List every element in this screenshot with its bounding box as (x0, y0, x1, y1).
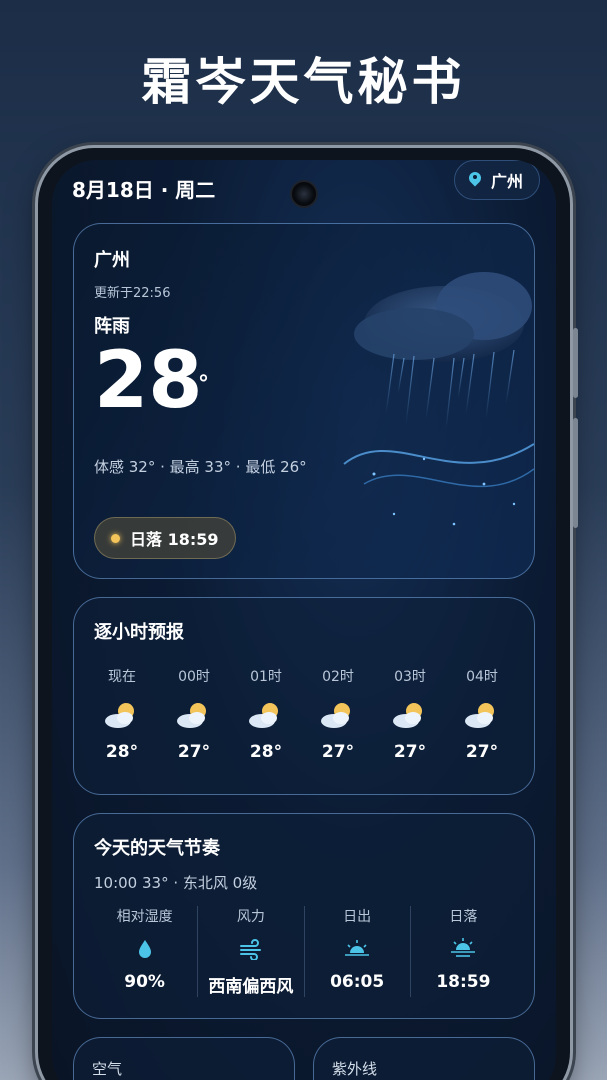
sun-dot-icon (111, 533, 120, 543)
temperature-details: 体感 32° · 最高 33° · 最低 26° (94, 458, 307, 476)
stat-value: 90% (124, 972, 165, 992)
current-condition: 阵雨 (94, 316, 130, 337)
updated-time: 更新于22:56 (94, 286, 171, 301)
phone-frame: 8月18日 · 周二 广州 广州 更新于22:56 阵雨 28 ° 体感 32°… (38, 148, 578, 1080)
status-date: 8月18日 · 周二 (72, 178, 216, 202)
sunset-chip[interactable]: 日落 18:59 (94, 517, 236, 559)
sunset-stat: 日落 18:59 (409, 906, 516, 997)
stat-value: 西南偏西风 (208, 977, 294, 997)
sunrise-stat: 日出 06:05 (303, 906, 410, 997)
sunset-chip-label: 日落 18:59 (130, 530, 219, 549)
hour-label: 02时 (322, 669, 354, 685)
today-rhythm-card[interactable]: 今天的天气节奏 10:00 33° · 东北风 0级 相对湿度 90% 风力 西… (73, 813, 535, 1019)
hourly-forecast-card[interactable]: 逐小时预报 现在 28° 00时 27° 01时 28° 02时 27° 03时… (73, 597, 535, 795)
partly-cloudy-icon (393, 703, 422, 728)
hourly-item[interactable]: 01时 28° (236, 666, 296, 762)
droplet-icon (138, 940, 151, 958)
uv-title: 紫外线 (332, 1060, 378, 1078)
air-title: 空气 (92, 1060, 123, 1078)
partly-cloudy-icon (249, 703, 278, 728)
humidity-stat: 相对湿度 90% (92, 906, 197, 997)
location-label: 广州 (490, 172, 523, 191)
sunset-icon (451, 938, 476, 957)
hour-label: 04时 (466, 669, 498, 685)
hour-temp: 28° (249, 742, 283, 762)
stat-value: 18:59 (436, 972, 491, 992)
partly-cloudy-icon (465, 703, 494, 728)
rhythm-summary: 10:00 33° · 东北风 0级 (94, 874, 258, 892)
hour-temp: 27° (465, 742, 499, 762)
wind-stat: 风力 西南偏西风 (197, 906, 303, 997)
sunrise-icon (345, 940, 370, 956)
app-screen: 8月18日 · 周二 广州 广州 更新于22:56 阵雨 28 ° 体感 32°… (52, 160, 556, 1080)
hour-temp: 27° (177, 742, 211, 762)
hourly-item[interactable]: 现在 28° (92, 666, 152, 762)
air-quality-card[interactable]: 空气 (73, 1037, 295, 1080)
partly-cloudy-icon (177, 703, 206, 728)
front-camera (290, 180, 318, 208)
hour-temp: 27° (321, 742, 355, 762)
hour-temp: 27° (393, 742, 427, 762)
temperature-unit: ° (198, 372, 209, 397)
promo-title: 霜岑天气秘书 (141, 53, 466, 111)
hourly-item[interactable]: 03时 27° (380, 666, 440, 762)
stat-value: 06:05 (330, 972, 385, 992)
stat-label: 风力 (236, 909, 265, 925)
current-city: 广州 (94, 250, 130, 271)
location-chip[interactable]: 广州 (453, 160, 540, 200)
stat-label: 日出 (343, 909, 372, 925)
current-weather-card[interactable]: 广州 更新于22:56 阵雨 28 ° 体感 32° · 最高 33° · 最低… (73, 223, 535, 579)
hourly-list: 现在 28° 00时 27° 01时 28° 02时 27° 03时 27° 0… (92, 666, 512, 762)
uv-index-card[interactable]: 紫外线 (313, 1037, 535, 1080)
hour-label: 现在 (108, 669, 136, 685)
storm-illustration-icon (343, 272, 534, 526)
stat-label: 相对湿度 (116, 909, 173, 925)
hour-label: 03时 (394, 669, 426, 685)
hour-label: 01时 (250, 669, 282, 685)
hour-temp: 28° (105, 742, 139, 762)
power-button (573, 418, 578, 528)
hourly-item[interactable]: 04时 27° (452, 666, 512, 762)
volume-button (573, 328, 578, 398)
hour-label: 00时 (178, 669, 210, 685)
location-pin-icon (469, 172, 481, 188)
hourly-item[interactable]: 00时 27° (164, 666, 224, 762)
rhythm-stats: 相对湿度 90% 风力 西南偏西风 日出 06:05 日落 18:59 (92, 906, 516, 997)
partly-cloudy-icon (105, 703, 134, 728)
hourly-title: 逐小时预报 (94, 622, 184, 643)
rhythm-title: 今天的天气节奏 (94, 838, 220, 859)
hourly-item[interactable]: 02时 27° (308, 666, 368, 762)
stat-label: 日落 (449, 909, 478, 925)
wind-icon (239, 939, 261, 960)
current-temperature: 28 (94, 336, 203, 426)
partly-cloudy-icon (321, 703, 350, 728)
